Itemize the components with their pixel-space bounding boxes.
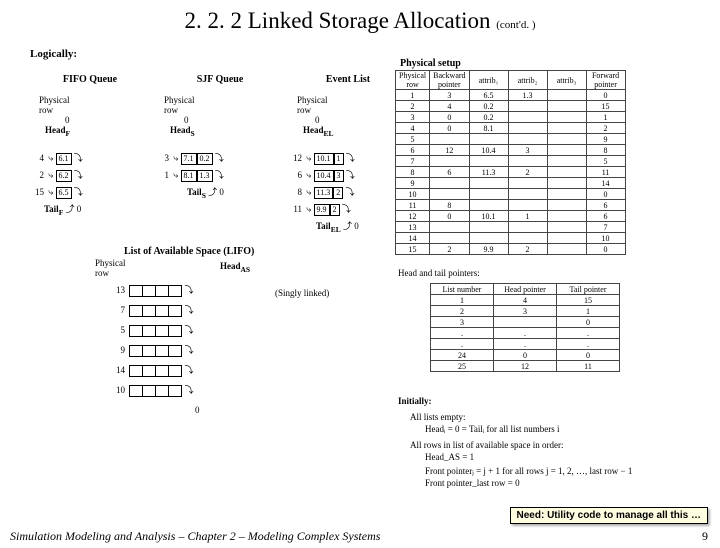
pointer-table: List numberHead pointerTail pointer 1415… <box>430 283 620 372</box>
singly-linked-note: (Singly linked) <box>275 288 329 298</box>
lifo-head: HeadAS <box>220 261 250 274</box>
sjf-queue: SJF Queue Physical row 0 HeadS 3 ⤷ 7.10.… <box>155 74 285 199</box>
init-line-5: Front pointerⱼ = j + 1 for all rows j = … <box>425 466 632 477</box>
initially-label: Initially: <box>398 396 432 406</box>
lifo-rows: 13 ⤵7 ⤵5 ⤵9 ⤵14 ⤵10 ⤵0 <box>105 280 200 420</box>
event-list: Event List Physical row 0 HeadEL 12 ⤷ 10… <box>288 74 408 233</box>
init-line-1: All lists empty: <box>410 412 466 422</box>
footer-text: Simulation Modeling and Analysis – Chapt… <box>10 529 380 544</box>
utility-note: Need: Utility code to manage all this … <box>510 507 708 524</box>
logically-label: Logically: <box>30 48 77 60</box>
physical-setup-table: Physical rowBackward pointerattrib₁attri… <box>395 70 626 255</box>
pointer-table-label: Head and tail pointers: <box>398 268 480 278</box>
lifo-phys-label: Physical row <box>95 258 126 278</box>
fifo-queue: FIFO Queue Physical row 0 HeadF 4 ⤷ 6.1 … <box>30 74 150 216</box>
lifo-title: List of Available Space (LIFO) <box>124 246 254 257</box>
init-line-3: All rows in list of available space in o… <box>410 440 563 450</box>
init-line-2: Headᵢ = 0 = Tailᵢ for all list numbers i <box>425 424 560 434</box>
page-title: 2. 2. 2 Linked Storage Allocation (cont'… <box>0 8 720 34</box>
init-line-4: Head_AS = 1 <box>425 452 474 462</box>
init-line-6: Front pointer_last row = 0 <box>425 478 520 488</box>
phys-setup-label: Physical setup <box>400 58 461 69</box>
page-number: 9 <box>702 529 708 544</box>
